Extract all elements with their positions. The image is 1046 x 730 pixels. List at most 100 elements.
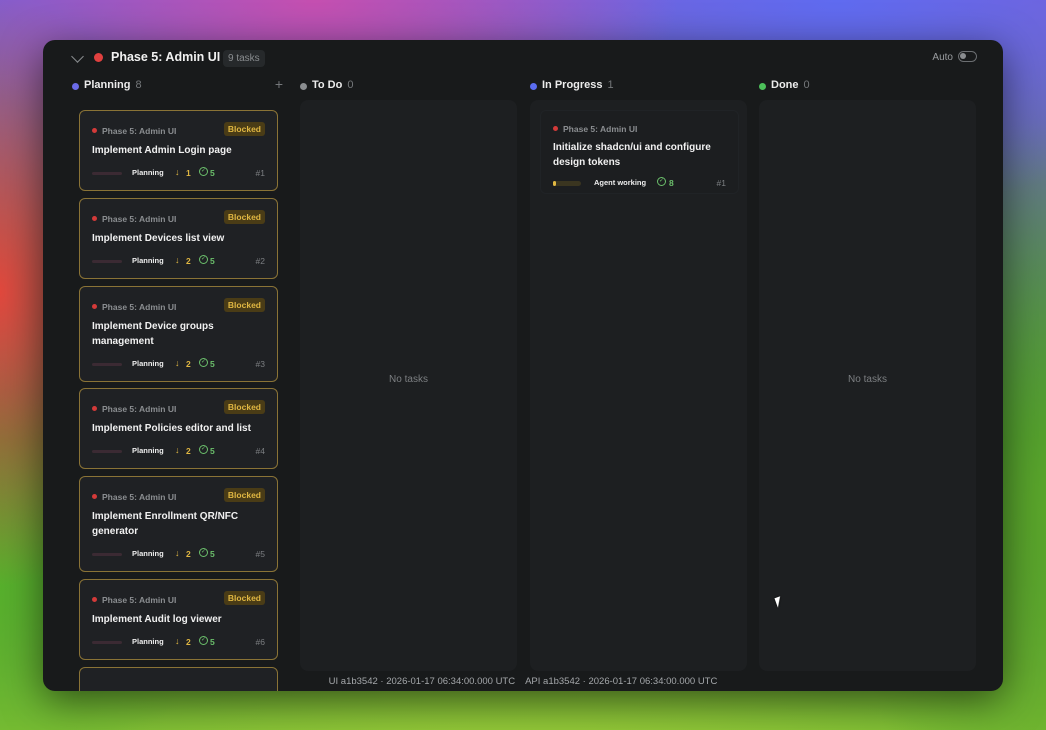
version-footer: UI a1b3542 · 2026-01-17 06:34:00.000 UTC… bbox=[43, 676, 1003, 687]
column-header: Done 0 bbox=[759, 76, 976, 98]
phase-status-dot bbox=[94, 53, 103, 62]
card-checks-count: 5 bbox=[210, 256, 215, 266]
column-count: 0 bbox=[347, 79, 354, 91]
card-meta: Planning ↓ 2 ✓ 5 #3 bbox=[92, 358, 265, 370]
column-todo: To Do 0 No tasks bbox=[300, 76, 517, 671]
auto-toggle[interactable] bbox=[958, 51, 977, 62]
column-count: 1 bbox=[607, 79, 614, 91]
arrow-down-icon: ↓ bbox=[175, 548, 180, 558]
check-circle-icon: ✓ bbox=[199, 167, 208, 176]
task-card[interactable]: Phase 5: Admin UI Blocked Implement Device… bbox=[79, 286, 278, 382]
arrow-down-icon: ↓ bbox=[175, 445, 180, 455]
column-done: Done 0 No tasks bbox=[759, 76, 976, 671]
column-title-wrap: Planning 8 bbox=[84, 79, 142, 91]
column-header: To Do 0 bbox=[300, 76, 517, 98]
card-status: Planning bbox=[132, 256, 164, 265]
column-title: Done bbox=[771, 79, 799, 91]
blocked-badge: Blocked bbox=[223, 122, 265, 136]
task-card[interactable]: Phase 5: Admin UI Blocked Implement Polici… bbox=[79, 388, 278, 469]
card-checks-count: 5 bbox=[210, 637, 215, 647]
column-title: To Do bbox=[312, 79, 343, 91]
card-number: #6 bbox=[255, 637, 265, 647]
card-status: Planning bbox=[132, 359, 164, 368]
card-checks-count: 5 bbox=[210, 168, 215, 178]
check-circle-icon: ✓ bbox=[199, 636, 208, 645]
card-title: Implement Device groups management bbox=[92, 321, 214, 347]
column-planning: Planning 8 + Phase 5: Admin UI Blocked Impl… bbox=[72, 76, 285, 691]
card-deps-count: 2 bbox=[186, 446, 191, 456]
blocked-badge: Blocked bbox=[223, 591, 265, 605]
card-phase: Phase 5: Admin UI bbox=[92, 595, 176, 605]
column-title-wrap: In Progress 1 bbox=[542, 79, 614, 91]
card-checks-count: 5 bbox=[210, 359, 215, 369]
card-title: Implement Policies editor and list bbox=[92, 423, 251, 434]
card-number: #3 bbox=[255, 359, 265, 369]
task-card[interactable]: Phase 5: Admin UI Initialize shadcn/ui a… bbox=[540, 110, 739, 194]
card-checks-count: 5 bbox=[210, 549, 215, 559]
progress-bar bbox=[92, 553, 122, 556]
column-status-dot bbox=[300, 83, 307, 90]
progress-bar bbox=[92, 641, 122, 644]
column-body: Phase 5: Admin UI Initialize shadcn/ui a… bbox=[530, 100, 747, 671]
card-status: Planning bbox=[132, 549, 164, 558]
task-card[interactable]: Phase 5: Admin UI Blocked Implement Enroll… bbox=[79, 476, 278, 572]
card-checks-count: 5 bbox=[210, 446, 215, 456]
column-count: 0 bbox=[803, 79, 810, 91]
card-phase: Phase 5: Admin UI bbox=[92, 404, 176, 414]
column-title: Planning bbox=[84, 79, 131, 91]
arrow-down-icon: ↓ bbox=[175, 636, 180, 646]
blocked-badge: Blocked bbox=[223, 400, 265, 414]
column-status-dot bbox=[72, 83, 79, 90]
phase-title: Phase 5: Admin UI bbox=[111, 50, 221, 64]
arrow-down-icon: ↓ bbox=[175, 358, 180, 368]
progress-bar bbox=[92, 363, 122, 366]
progress-bar bbox=[553, 181, 581, 186]
task-card[interactable]: Phase 5: Admin UI Blocked Implement Audit … bbox=[79, 579, 278, 660]
blocked-badge: Blocked bbox=[223, 298, 265, 312]
card-meta: Planning ↓ 2 ✓ 5 #4 bbox=[92, 445, 265, 457]
card-meta: Planning ↓ 1 ✓ 5 #1 bbox=[92, 167, 265, 179]
card-number: #5 bbox=[255, 549, 265, 559]
arrow-down-icon: ↓ bbox=[175, 255, 180, 265]
check-circle-icon: ✓ bbox=[199, 548, 208, 557]
check-circle-icon: ✓ bbox=[199, 445, 208, 454]
add-task-button[interactable]: + bbox=[275, 76, 283, 92]
card-deps-count: 2 bbox=[186, 359, 191, 369]
column-status-dot bbox=[759, 83, 766, 90]
arrow-down-icon: ↓ bbox=[175, 167, 180, 177]
card-title: Initialize shadcn/ui and configure desig… bbox=[553, 142, 711, 168]
ui-version: UI a1b3542 · 2026-01-17 06:34:00.000 UTC bbox=[328, 676, 516, 687]
column-in-progress: In Progress 1 Phase 5: Admin UI Initializ… bbox=[530, 76, 747, 671]
column-header: Planning 8 + bbox=[72, 76, 285, 98]
card-deps-count: 1 bbox=[186, 168, 191, 178]
card-number: #2 bbox=[255, 256, 265, 266]
card-meta: Agent working ✓ 8 #1 bbox=[553, 177, 726, 189]
progress-bar-fill bbox=[553, 181, 556, 186]
card-status: Planning bbox=[132, 637, 164, 646]
task-card[interactable]: Phase 5: Admin UI Blocked Implement Admin … bbox=[79, 110, 278, 191]
blocked-badge: Blocked bbox=[223, 210, 265, 224]
progress-bar bbox=[92, 172, 122, 175]
task-card[interactable]: Phase 5: Admin UI Blocked Implement Device… bbox=[79, 198, 278, 279]
column-body: No tasks bbox=[300, 100, 517, 671]
column-title-wrap: To Do 0 bbox=[312, 79, 353, 91]
progress-bar bbox=[92, 260, 122, 263]
card-phase: Phase 5: Admin UI bbox=[553, 124, 637, 134]
card-phase: Phase 5: Admin UI bbox=[92, 214, 176, 224]
empty-state: No tasks bbox=[389, 374, 428, 386]
card-title: Implement Admin Login page bbox=[92, 145, 232, 156]
card-meta: Planning ↓ 2 ✓ 5 #6 bbox=[92, 636, 265, 648]
collapse-chevron-icon[interactable] bbox=[71, 50, 84, 63]
card-number: #1 bbox=[255, 168, 265, 178]
check-circle-icon: ✓ bbox=[199, 358, 208, 367]
card-meta: Planning ↓ 2 ✓ 5 #5 bbox=[92, 548, 265, 560]
phase-header: Phase 5: Admin UI 9 tasks Auto bbox=[43, 40, 1003, 76]
card-status: Planning bbox=[132, 168, 164, 177]
card-title: Implement Devices list view bbox=[92, 233, 225, 244]
task-count-badge: 9 tasks bbox=[223, 50, 265, 67]
auto-label: Auto bbox=[932, 52, 953, 63]
card-meta: Planning ↓ 2 ✓ 5 #2 bbox=[92, 255, 265, 267]
column-body: Phase 5: Admin UI Blocked Implement Admin … bbox=[72, 100, 285, 691]
card-deps-count: 2 bbox=[186, 637, 191, 647]
card-title: Implement Enrollment QR/NFC generator bbox=[92, 511, 239, 537]
